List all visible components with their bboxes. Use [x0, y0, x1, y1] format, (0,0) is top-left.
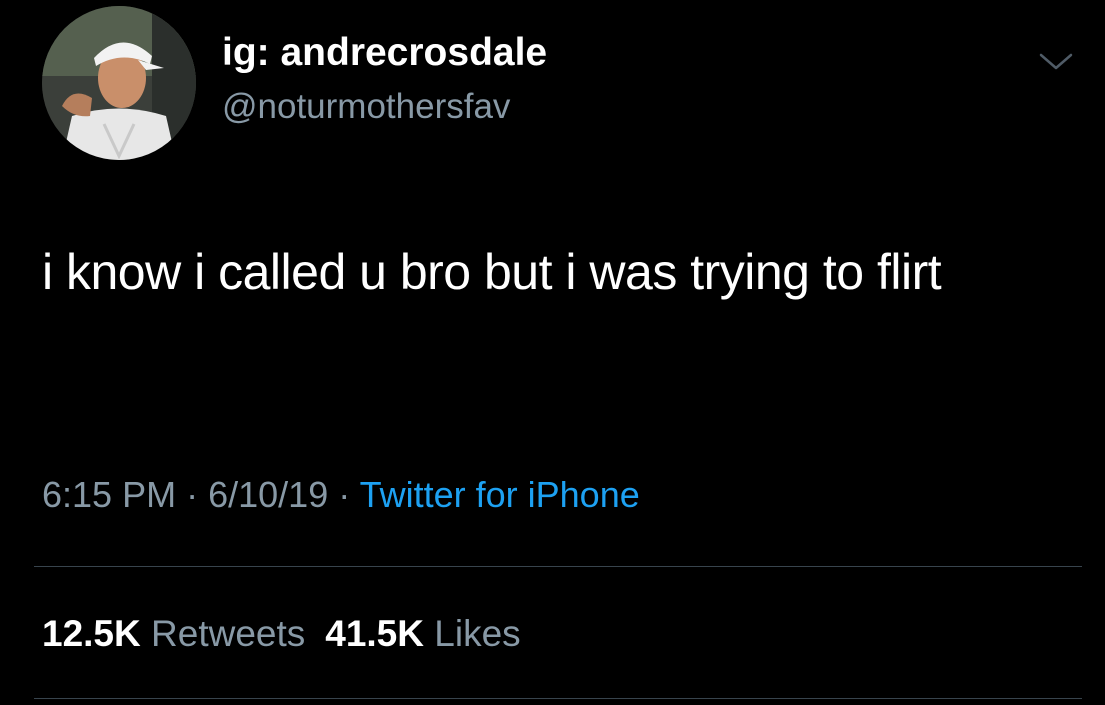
divider	[34, 698, 1082, 699]
tweet-source-link[interactable]: Twitter for iPhone	[360, 474, 640, 515]
retweets-label: Retweets	[151, 613, 306, 654]
retweets-count: 12.5K	[42, 613, 141, 654]
user-handle[interactable]: @noturmothersfav	[222, 86, 510, 128]
retweets-stat[interactable]: 12.5K Retweets	[42, 613, 305, 654]
likes-stat[interactable]: 41.5K Likes	[325, 613, 520, 654]
avatar[interactable]	[42, 6, 196, 160]
tweet-date[interactable]: 6/10/19	[208, 474, 328, 515]
divider	[34, 566, 1082, 567]
chevron-down-icon[interactable]	[1036, 46, 1076, 76]
display-name[interactable]: ig: andrecrosdale	[222, 30, 547, 76]
meta-separator: ·	[186, 474, 199, 515]
likes-count: 41.5K	[325, 613, 424, 654]
tweet-time[interactable]: 6:15 PM	[42, 474, 176, 515]
tweet-text: i know i called u bro but i was trying t…	[42, 244, 942, 300]
likes-label: Likes	[434, 613, 521, 654]
profile-photo-icon	[42, 6, 196, 160]
tweet-metadata: 6:15 PM · 6/10/19 · Twitter for iPhone	[42, 473, 640, 517]
tweet-stats: 12.5K Retweets 41.5K Likes	[42, 612, 521, 656]
meta-separator: ·	[338, 474, 351, 515]
